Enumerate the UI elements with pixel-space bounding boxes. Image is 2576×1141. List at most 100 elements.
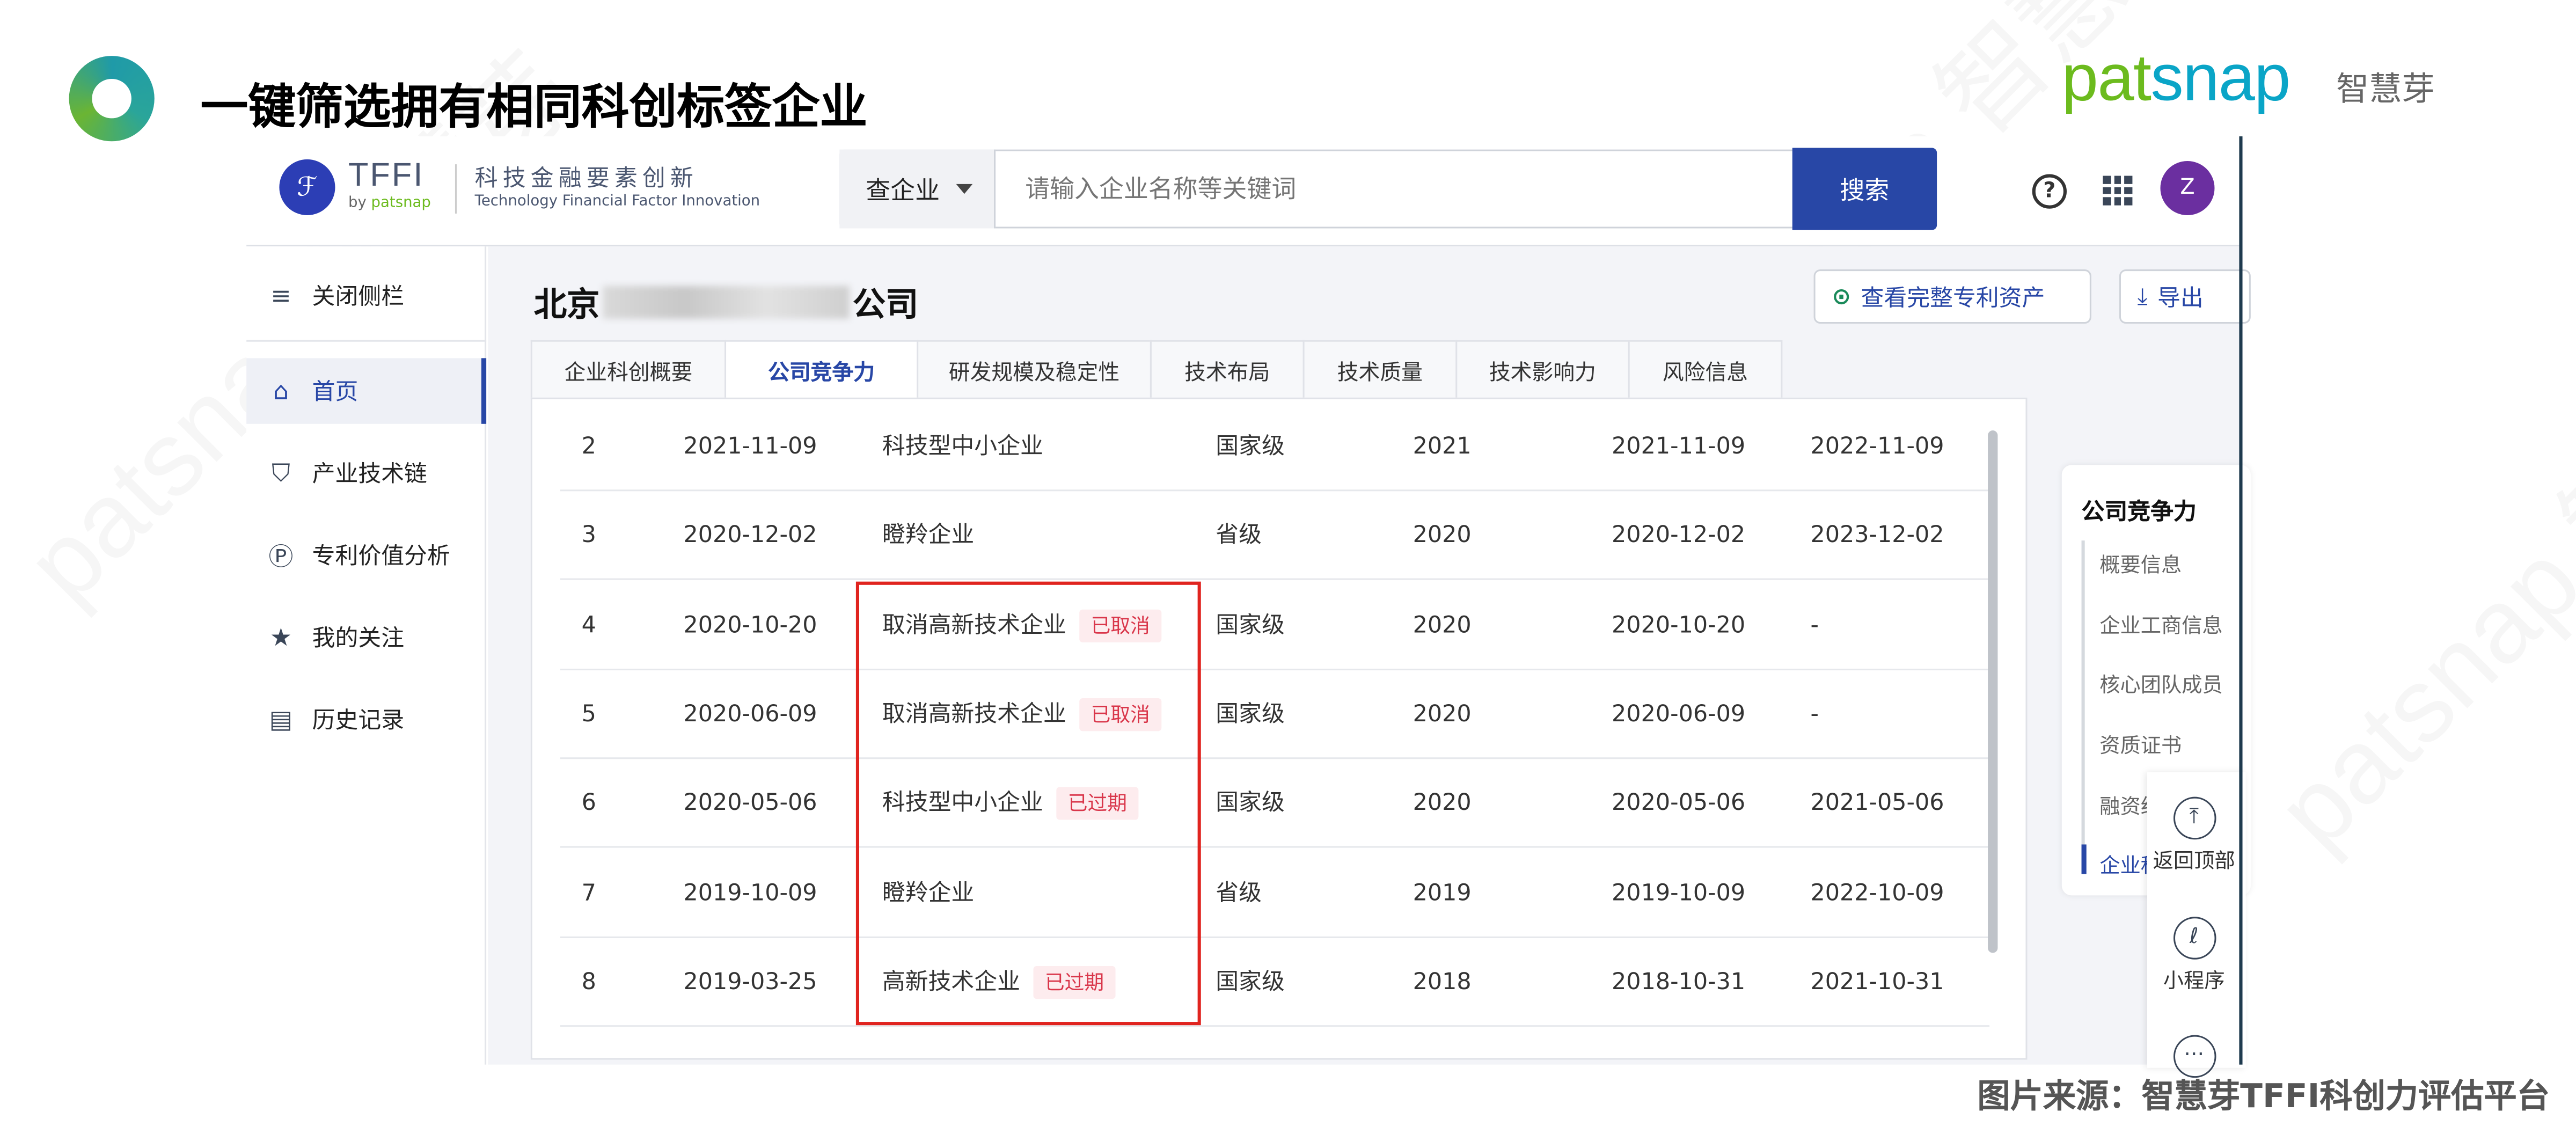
- tffi-logo-text: TFFI: [348, 157, 425, 194]
- start-date: 2020-06-09: [1612, 701, 1746, 728]
- nav-item[interactable]: 企业工商信息: [2099, 608, 2223, 639]
- history-icon: ▤: [269, 705, 293, 735]
- tab-overview[interactable]: 企业科创概要: [530, 340, 724, 399]
- star-icon: ★: [269, 623, 292, 653]
- level: 国家级: [1216, 612, 1285, 639]
- tab-competitiveness[interactable]: 公司竞争力: [724, 340, 917, 399]
- search-patent-icon: ⊙: [1832, 283, 1851, 310]
- nav-active-indicator: [2081, 844, 2087, 874]
- year: 2019: [1413, 880, 1472, 906]
- date: 2020-10-20: [683, 612, 817, 639]
- tab-risk[interactable]: 风险信息: [1628, 340, 1783, 399]
- back-to-top-button[interactable]: ⤒ 返回顶部: [2147, 796, 2241, 874]
- date: 2019-03-25: [683, 969, 817, 996]
- divider: [246, 340, 487, 342]
- row-number: 8: [581, 969, 596, 996]
- level: 国家级: [1216, 791, 1285, 817]
- help-icon[interactable]: ?: [2032, 174, 2067, 209]
- row-number: 5: [581, 701, 596, 728]
- sidebar-item-favorites[interactable]: ★ 我的关注: [246, 605, 486, 670]
- slide-title: 一键筛选拥有相同科创标签企业: [200, 78, 868, 135]
- year: 2020: [1413, 612, 1472, 639]
- row-number: 4: [581, 612, 596, 639]
- table-row: 7 2019-10-09 瞪羚企业 省级 2019 2019-10-09 2022-10-0…: [560, 849, 1990, 938]
- year: 2021: [1413, 434, 1472, 460]
- level: 省级: [1216, 880, 1262, 906]
- tab-tech-impact[interactable]: 技术影响力: [1455, 340, 1628, 399]
- row-number: 3: [581, 523, 596, 550]
- end-date: 2022-11-09: [1810, 434, 1944, 460]
- start-date: 2019-10-09: [1612, 880, 1746, 906]
- nav-item[interactable]: 资质证书: [2099, 728, 2182, 759]
- slide: patsnap 智慧芽 patsnap 智慧芽 patsnap 智慧芽 一键筛选…: [0, 0, 2576, 1141]
- table-row: 3 2020-12-02 瞪羚企业 省级 2020 2020-12-02 2023-12-0…: [560, 492, 1990, 581]
- mini-program-icon: ℓ: [2172, 917, 2216, 960]
- start-date: 2020-05-06: [1612, 791, 1746, 817]
- search-input[interactable]: [1025, 164, 1781, 214]
- patent-icon: Ⓟ: [268, 541, 294, 571]
- frame-edge: [2239, 136, 2243, 1065]
- chain-icon: ⛉: [272, 458, 290, 488]
- table-row: 4 2020-10-20 取消高新技术企业 已取消 国家级 2020 2020-10-20-: [560, 581, 1990, 670]
- tab-rd-scale[interactable]: 研发规模及稳定性: [917, 340, 1150, 399]
- sidebar-item-industry-chain[interactable]: ⛉ 产业技术链: [246, 440, 486, 506]
- sidebar-item-history[interactable]: ▤ 历史记录: [246, 687, 486, 752]
- table-row: 6 2020-05-06 科技型中小企业 已过期 国家级 2020 2020-05-06 20…: [560, 759, 1990, 849]
- patsnap-logo: patsnap: [2061, 42, 2291, 115]
- date: 2020-05-06: [683, 791, 817, 817]
- scrollbar[interactable]: [1988, 430, 1998, 953]
- floating-toolbar: ⤒ 返回顶部 ℓ 小程序 ···: [2147, 772, 2246, 1078]
- date: 2020-12-02: [683, 523, 817, 550]
- section-nav-title: 公司竞争力: [2081, 499, 2197, 526]
- highlight-box: [855, 581, 1201, 1026]
- tffi-slogan-en: Technology Financial Factor Innovation: [474, 194, 760, 210]
- tab-tech-layout[interactable]: 技术布局: [1150, 340, 1303, 399]
- sidebar-item-home[interactable]: ⌂ 首页: [246, 358, 487, 424]
- avatar[interactable]: Z: [2160, 160, 2215, 216]
- tffi-slogan-cn: 科技金融要素创新: [474, 166, 699, 193]
- tab-bar: 企业科创概要 公司竞争力 研发规模及稳定性 技术布局 技术质量 技术影响力 风险…: [530, 340, 1783, 399]
- date: 2021-11-09: [683, 434, 817, 460]
- search-button[interactable]: 搜索: [1792, 148, 1937, 230]
- apps-grid-icon[interactable]: [2103, 175, 2133, 206]
- nav-track: [2081, 540, 2085, 874]
- mini-program-button[interactable]: ℓ 小程序: [2147, 917, 2241, 994]
- tffi-by: by patsnap: [348, 195, 431, 212]
- caret-down-icon: [956, 184, 973, 194]
- certificate-name: 科技型中小企业: [882, 434, 1043, 460]
- collapse-icon: ≡: [270, 281, 291, 311]
- sidebar-close[interactable]: ≡ 关闭侧栏: [246, 263, 486, 328]
- redacted-name: [603, 285, 850, 318]
- year: 2020: [1413, 701, 1472, 728]
- export-button[interactable]: ⤓ 导出: [2119, 269, 2251, 324]
- level: 国家级: [1216, 701, 1285, 728]
- source-caption: 图片来源：智慧芽TFFI科创力评估平台: [1977, 1076, 2550, 1116]
- year: 2018: [1413, 969, 1472, 996]
- table-row: 5 2020-06-09 取消高新技术企业 已取消 国家级 2020 2020-06-09-: [560, 670, 1990, 759]
- table-row: 2 2021-11-09 科技型中小企业 国家级 2021 2021-11-09 2022-…: [560, 403, 1990, 492]
- year: 2020: [1413, 791, 1472, 817]
- download-icon: ⤓: [2137, 283, 2148, 310]
- end-date: 2023-12-02: [1810, 523, 1944, 550]
- level: 国家级: [1216, 434, 1285, 460]
- start-date: 2020-10-20: [1612, 612, 1746, 639]
- row-number: 2: [581, 434, 596, 460]
- date: 2019-10-09: [683, 880, 817, 906]
- end-date: 2021-05-06: [1810, 791, 1944, 817]
- nav-item[interactable]: 核心团队成员: [2099, 667, 2223, 698]
- view-patents-button[interactable]: ⊙ 查看完整专利资产: [1813, 269, 2091, 324]
- sidebar-item-patent-value[interactable]: Ⓟ 专利价值分析: [246, 522, 486, 588]
- table-row: 8 2019-03-25 高新技术企业 已过期 国家级 2018 2018-10-31 202…: [560, 938, 1990, 1027]
- tab-tech-quality[interactable]: 技术质量: [1302, 340, 1456, 399]
- watermark: patsnap 智慧芽: [2237, 261, 2576, 876]
- search-scope-select[interactable]: 查企业: [839, 149, 996, 229]
- home-icon: ⌂: [273, 376, 289, 406]
- start-date: 2018-10-31: [1612, 969, 1746, 996]
- year: 2020: [1413, 523, 1472, 550]
- nav-item[interactable]: 概要信息: [2099, 547, 2182, 578]
- end-date: 2021-10-31: [1810, 969, 1944, 996]
- row-number: 6: [581, 791, 596, 817]
- tffi-logo-icon: ℱ: [279, 159, 335, 216]
- end-date: 2022-10-09: [1810, 880, 1944, 906]
- level: 国家级: [1216, 969, 1285, 996]
